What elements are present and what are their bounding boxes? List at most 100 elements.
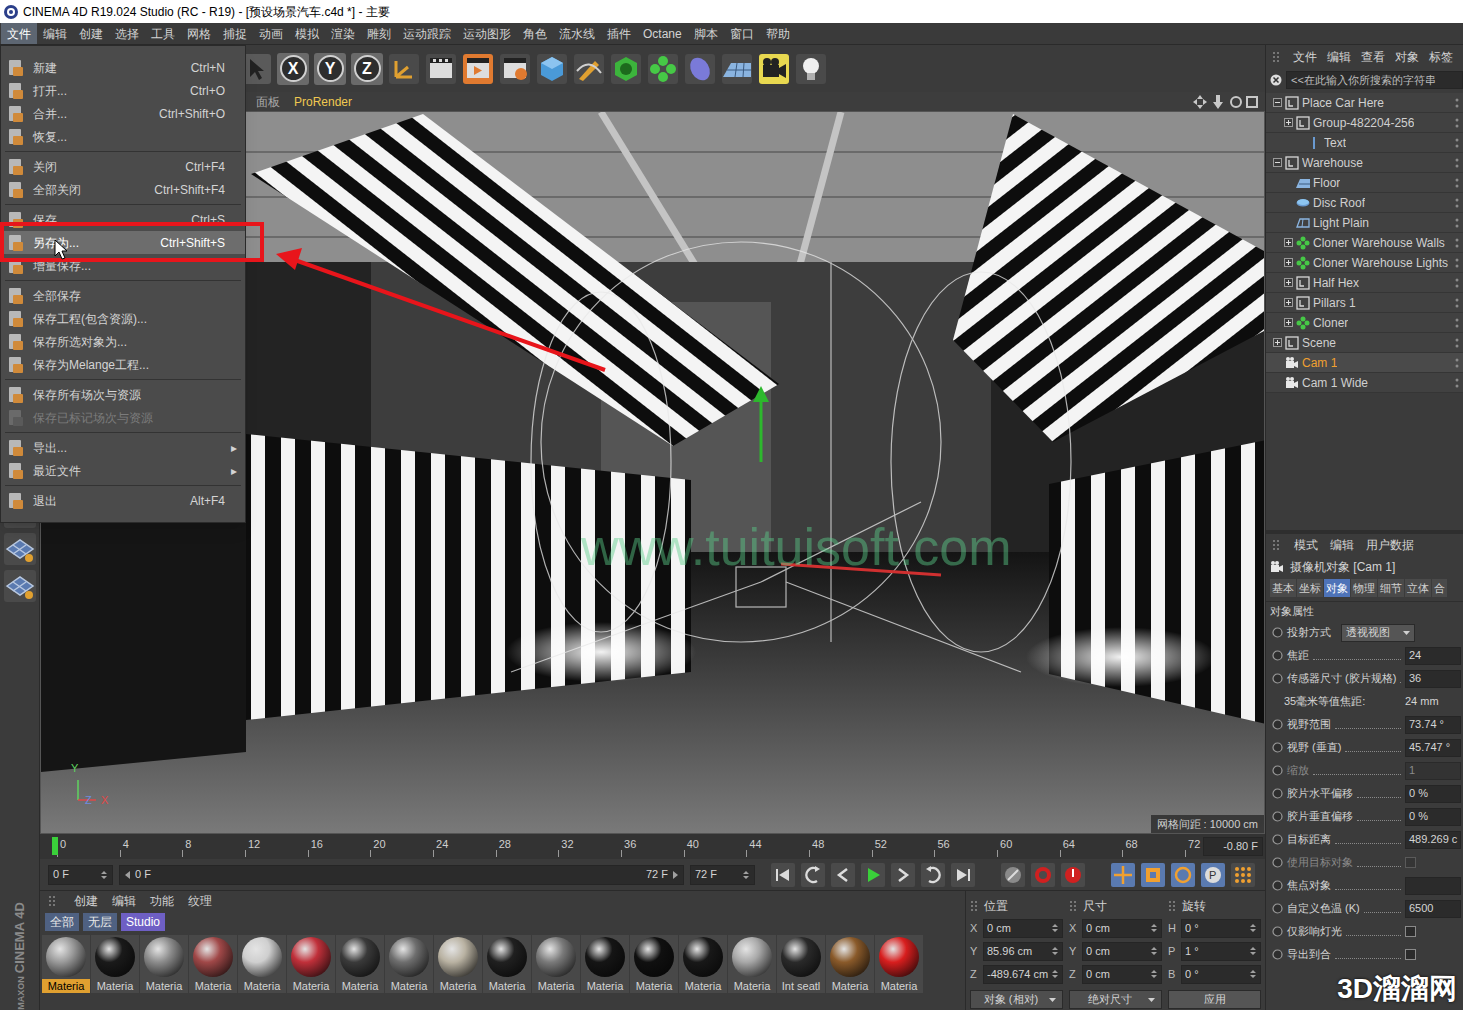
material-swatch[interactable]: Int seatl: [777, 935, 825, 993]
visibility-dots-icon[interactable]: [1455, 117, 1459, 129]
property-checkbox[interactable]: [1405, 949, 1416, 960]
spin-arrows-icon[interactable]: [1249, 946, 1257, 956]
workplane-grid-icon[interactable]: [3, 532, 37, 566]
coordinate-field[interactable]: 0 cm: [1082, 942, 1162, 961]
viewport-menu-item[interactable]: 面板: [256, 93, 280, 111]
expand-icon[interactable]: [1284, 318, 1293, 327]
attribute-tab[interactable]: 合: [1432, 579, 1447, 597]
visibility-dots-icon[interactable]: [1455, 237, 1459, 249]
file-menu-item[interactable]: 保存所选对象为...: [1, 330, 245, 353]
menu-item[interactable]: 窗口: [724, 23, 760, 44]
expand-icon[interactable]: [1284, 298, 1293, 307]
material-swatch[interactable]: Materia: [42, 935, 90, 993]
object-row[interactable]: Group-482204-256: [1266, 113, 1463, 133]
visibility-dots-icon[interactable]: [1455, 317, 1459, 329]
menu-item[interactable]: 网格: [181, 23, 217, 44]
material-swatch[interactable]: Materia: [483, 935, 531, 993]
coordinate-system-icon[interactable]: [388, 53, 420, 85]
animation-radio-icon[interactable]: [1272, 903, 1283, 914]
time-readout-field[interactable]: -0.80 F: [1203, 837, 1263, 856]
visibility-dots-icon[interactable]: [1455, 257, 1459, 269]
visibility-dots-icon[interactable]: [1455, 377, 1459, 389]
menu-item[interactable]: 模拟: [289, 23, 325, 44]
collapse-icon[interactable]: [1273, 98, 1282, 107]
menu-item[interactable]: 文件: [1, 23, 37, 44]
size-mode-dropdown[interactable]: 绝对尺寸: [1069, 990, 1162, 1009]
object-row[interactable]: Cloner Warehouse Walls: [1266, 233, 1463, 253]
spin-arrows-icon[interactable]: [1249, 923, 1257, 933]
attribute-menu-item[interactable]: 编辑: [1324, 536, 1360, 554]
material-swatch[interactable]: Materia: [434, 935, 482, 993]
file-menu-item[interactable]: 增量保存...: [1, 254, 245, 277]
object-menu-item[interactable]: 查看: [1356, 48, 1390, 66]
property-field[interactable]: 45.747 °: [1405, 739, 1461, 757]
visibility-dots-icon[interactable]: [1455, 337, 1459, 349]
scale-key-icon[interactable]: [1141, 863, 1165, 887]
visibility-dots-icon[interactable]: [1455, 197, 1459, 209]
material-swatch[interactable]: Materia: [140, 935, 188, 993]
visibility-dots-icon[interactable]: [1455, 357, 1459, 369]
next-key-icon[interactable]: [921, 863, 945, 887]
animation-radio-icon[interactable]: [1272, 949, 1283, 960]
material-swatch[interactable]: Materia: [679, 935, 727, 993]
attribute-tab[interactable]: 对象: [1324, 579, 1350, 597]
menu-item[interactable]: 创建: [73, 23, 109, 44]
coordinate-field[interactable]: 1 °: [1181, 942, 1261, 961]
object-row[interactable]: Place Car Here: [1266, 93, 1463, 113]
file-menu-item[interactable]: 保存所有场次与资源: [1, 383, 245, 406]
spin-arrows-icon[interactable]: [1150, 946, 1158, 956]
frame-field[interactable]: 0 F: [48, 865, 113, 885]
object-row[interactable]: Floor: [1266, 173, 1463, 193]
menu-item[interactable]: 流水线: [553, 23, 601, 44]
coordinate-field[interactable]: 0 cm: [983, 919, 1063, 938]
material-swatch[interactable]: Materia: [336, 935, 384, 993]
visibility-dots-icon[interactable]: [1455, 277, 1459, 289]
menu-item[interactable]: 工具: [145, 23, 181, 44]
menu-item[interactable]: 帮助: [760, 23, 796, 44]
attribute-menu-item[interactable]: 用户数据: [1360, 536, 1420, 554]
file-menu-item[interactable]: 全部保存: [1, 284, 245, 307]
attribute-tab[interactable]: 基本: [1270, 579, 1296, 597]
file-menu-item[interactable]: 恢复...: [1, 125, 245, 148]
attribute-tab[interactable]: 细节: [1378, 579, 1404, 597]
file-menu-item[interactable]: 另存为...Ctrl+Shift+S: [1, 231, 245, 254]
property-field[interactable]: 24: [1405, 647, 1461, 665]
spin-arrows-icon[interactable]: [1051, 969, 1059, 979]
menu-item[interactable]: 动画: [253, 23, 289, 44]
spin-arrows-icon[interactable]: [1150, 923, 1158, 933]
layer-filter-button[interactable]: Studio: [121, 913, 165, 931]
property-field[interactable]: 36: [1405, 670, 1461, 688]
material-swatch[interactable]: Materia: [91, 935, 139, 993]
animation-radio-icon[interactable]: [1272, 673, 1283, 684]
menu-item[interactable]: Octane: [637, 23, 688, 44]
expand-icon[interactable]: [1284, 278, 1293, 287]
file-menu-item[interactable]: 退出Alt+F4: [1, 489, 245, 512]
panel-grip-icon[interactable]: [1272, 50, 1280, 64]
property-field[interactable]: 489.269 c: [1405, 831, 1461, 849]
material-swatch[interactable]: Materia: [189, 935, 237, 993]
menu-item[interactable]: 编辑: [37, 23, 73, 44]
playhead[interactable]: [52, 837, 58, 855]
file-menu-item[interactable]: 关闭Ctrl+F4: [1, 155, 245, 178]
viewport-menu-item[interactable]: ProRender: [294, 93, 352, 111]
spin-arrows-icon[interactable]: [100, 870, 108, 880]
cloner-icon[interactable]: [647, 53, 679, 85]
record-position-icon[interactable]: [1001, 863, 1025, 887]
material-menu-item[interactable]: 纹理: [182, 892, 218, 910]
rotate-key-icon[interactable]: [1171, 863, 1195, 887]
object-menu-item[interactable]: 编辑: [1322, 48, 1356, 66]
object-menu-item[interactable]: 标签: [1424, 48, 1458, 66]
attribute-tab[interactable]: 立体: [1405, 579, 1431, 597]
file-menu-item[interactable]: 最近文件▸: [1, 459, 245, 482]
range-left-arrow-icon[interactable]: [124, 870, 131, 880]
axis-lock-button[interactable]: Z: [351, 53, 383, 85]
object-row[interactable]: Cloner Warehouse Lights: [1266, 253, 1463, 273]
attribute-tab[interactable]: 物理: [1351, 579, 1377, 597]
workplane-grid-icon[interactable]: [3, 569, 37, 603]
object-row[interactable]: Text: [1266, 133, 1463, 153]
auto-key-icon[interactable]: [1061, 863, 1085, 887]
menu-item[interactable]: 雕刻: [361, 23, 397, 44]
animation-radio-icon[interactable]: [1272, 857, 1283, 868]
property-dropdown[interactable]: 透视视图: [1341, 624, 1415, 642]
material-swatch[interactable]: Materia: [532, 935, 580, 993]
